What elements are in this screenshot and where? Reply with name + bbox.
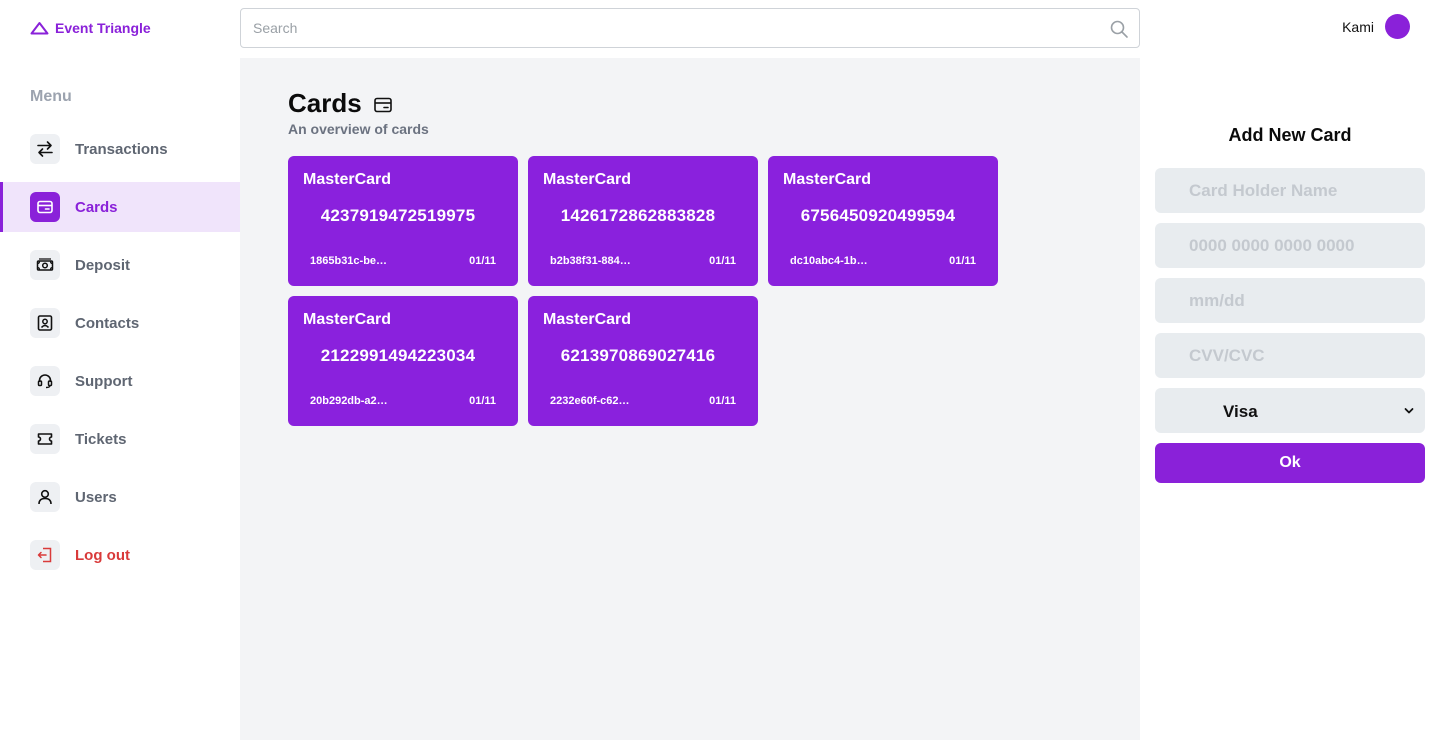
form-title: Add New Card [1228, 125, 1352, 145]
sidebar-item-label: Tickets [75, 430, 127, 448]
user-menu[interactable]: Kami [1342, 14, 1410, 39]
sidebar-item-contacts[interactable]: Contacts [0, 298, 240, 348]
card-id: b2b38f31-884… [550, 255, 631, 267]
sidebar-item-label: Transactions [75, 140, 168, 158]
card-expiry: 01/11 [709, 255, 736, 267]
card-brand: MasterCard [783, 171, 872, 188]
triangle-icon [30, 22, 49, 35]
logout-icon [30, 540, 60, 570]
brand-name: Event Triangle [55, 20, 151, 36]
card-id: 20b292db-a2… [310, 395, 388, 407]
card-number: 1426172862883828 [560, 206, 716, 225]
avatar[interactable] [1385, 14, 1410, 39]
card-tile[interactable]: MasterCard 4237919472519975 1865b31c-be…… [288, 156, 518, 286]
chevron-down-icon [1404, 408, 1414, 414]
card-type-select[interactable]: Visa [1155, 388, 1425, 433]
sidebar-item-tickets[interactable]: Tickets [0, 414, 240, 464]
page-subtitle: An overview of cards [288, 121, 429, 137]
expiry-input[interactable] [1155, 278, 1425, 323]
card-number: 2122991494223034 [320, 346, 476, 365]
headset-icon [30, 366, 60, 396]
card-tile[interactable]: MasterCard 6756450920499594 dc10abc4-1b…… [768, 156, 998, 286]
sidebar-item-users[interactable]: Users [0, 472, 240, 522]
contact-book-icon [30, 308, 60, 338]
card-brand: MasterCard [303, 171, 392, 188]
card-expiry: 01/11 [949, 255, 976, 267]
sidebar-item-label: Cards [75, 198, 118, 216]
sidebar-item-support[interactable]: Support [0, 356, 240, 406]
card-holder-input[interactable] [1155, 168, 1425, 213]
card-number: 6213970869027416 [560, 346, 716, 365]
card-number-input[interactable] [1155, 223, 1425, 268]
page-title: Cards [288, 88, 392, 119]
card-number: 4237919472519975 [320, 206, 476, 225]
card-expiry: 01/11 [469, 395, 496, 407]
card-number: 6756450920499594 [800, 206, 956, 225]
sidebar-item-transactions[interactable]: Transactions [0, 124, 240, 174]
card-tile[interactable]: MasterCard 6213970869027416 2232e60f-c62… [528, 296, 758, 426]
card-icon [373, 97, 392, 113]
sidebar-item-label: Deposit [75, 256, 131, 274]
card-brand: MasterCard [543, 171, 632, 188]
sidebar-item-deposit[interactable]: Deposit [0, 240, 240, 290]
search-icon[interactable] [1109, 19, 1129, 39]
search-input[interactable] [241, 9, 1139, 47]
card-expiry: 01/11 [709, 395, 736, 407]
user-icon [30, 482, 60, 512]
card-brand: MasterCard [303, 311, 392, 328]
sidebar-item-label: Support [75, 372, 133, 390]
card-type-value: Visa [1223, 402, 1258, 421]
money-icon [30, 250, 60, 280]
cvv-input[interactable] [1155, 333, 1425, 378]
card-tile[interactable]: MasterCard 2122991494223034 20b292db-a2…… [288, 296, 518, 426]
page-title-text: Cards [288, 88, 362, 118]
submit-button[interactable]: Ok [1155, 443, 1425, 483]
sidebar-item-label: Log out [75, 546, 130, 564]
card-tile[interactable]: MasterCard 1426172862883828 b2b38f31-884… [528, 156, 758, 286]
sidebar-item-logout[interactable]: Log out [0, 530, 240, 580]
ticket-icon [30, 424, 60, 454]
main-content: Cards An overview of cards MasterCard 42… [240, 58, 1140, 740]
card-id: 1865b31c-be… [310, 255, 388, 267]
card-brand: MasterCard [543, 311, 632, 328]
sidebar-item-cards[interactable]: Cards [0, 182, 240, 232]
card-id: 2232e60f-c62… [550, 395, 630, 407]
brand-logo[interactable]: Event Triangle [30, 20, 151, 36]
card-expiry: 01/11 [469, 255, 496, 267]
sidebar-item-label: Contacts [75, 314, 140, 332]
user-name: Kami [1342, 18, 1374, 35]
card-icon [30, 192, 60, 222]
menu-title: Menu [30, 88, 72, 105]
card-id: dc10abc4-1b… [790, 255, 868, 267]
search-bar [240, 8, 1140, 48]
sidebar-item-label: Users [75, 488, 117, 506]
arrows-swap-icon [30, 134, 60, 164]
